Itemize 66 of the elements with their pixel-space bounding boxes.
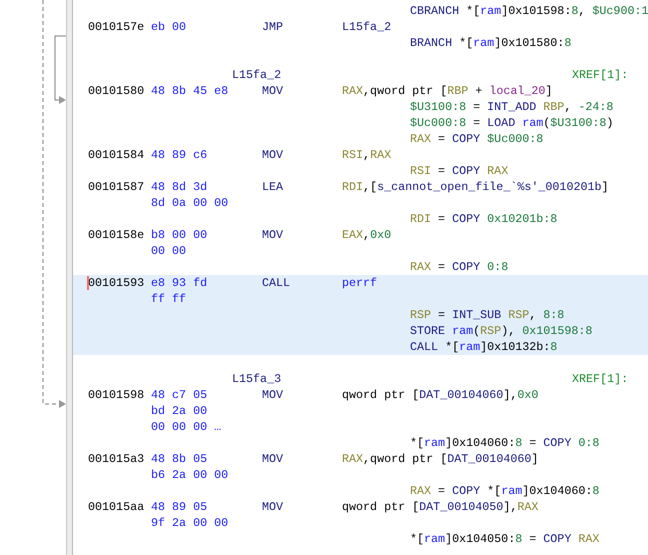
selected-row[interactable]: 00101593 e8 93 fd CALL perrf [72,275,648,291]
operands-text: RAX,qword ptr [DAT_00104060] [342,451,538,467]
bytes-text: eb 00 [151,19,188,35]
bytes-text: 48 8b 45 e8 [151,83,230,99]
mnemonic-text: MOV [262,387,284,403]
selected-row[interactable]: RSP = INT_SUB RSP, 8:8 [72,307,648,323]
address-text: 00101598 [88,387,146,403]
pcode-text: RDI = COPY 0x10201b:8 [410,211,558,227]
address-text: 00101580 [88,83,146,99]
bytes-text: 8d 0a 00 00 [151,195,230,211]
operands-text: perrf [342,275,378,291]
operands-text: RSI,RAX [342,147,392,163]
mnemonic-text: MOV [262,499,284,515]
pcode-text: BRANCH *[ram]0x101580:8 [410,35,572,51]
address-text: 0010158e [88,227,146,243]
operands-text: qword ptr [DAT_00104050],RAX [342,499,538,515]
pcode-text: RAX = COPY $Uc000:8 [410,131,544,147]
xref-text: XREF[1]: [572,371,628,387]
bytes-text: 48 8d 3d [151,179,208,195]
bytes-text: 00 00 [151,243,188,259]
pcode-text: RAX = COPY 0:8 [410,259,508,275]
pcode-text: *[ram]0x104060:8 = COPY 0:8 [410,435,600,451]
bytes-text: 9f 2a 00 00 [151,515,230,531]
bytes-text: bd 2a 00 [151,403,208,419]
address-text: 0010157e [88,19,146,35]
mnemonic-text: LEA [262,179,284,195]
selected-row[interactable]: STORE ram(RSP), 0x101598:8 [72,323,648,339]
address-text: 00101593 [88,275,146,291]
pcode-text: STORE ram(RSP), 0x101598:8 [410,323,592,339]
pcode-text: *[ram]0x104050:8 = COPY RAX [410,531,600,547]
pcode-text: CBRANCH *[ram]0x101598:8, $Uc900:1 [410,3,648,19]
mnemonic-text: MOV [262,83,284,99]
bytes-text: b8 00 00 [151,227,208,243]
pcode-text: RAX = COPY *[ram]0x104060:8 [410,483,600,499]
xref-text: XREF[1]: [572,67,628,83]
bytes-text: b6 2a 00 00 [151,467,230,483]
address-text: 00101587 [88,179,146,195]
operands-text: qword ptr [DAT_00104060],0x0 [342,387,538,403]
bytes-text: 00 00 00 … [151,419,222,435]
bytes-text: e8 93 fd [151,275,208,291]
label-text: L15fa_3 [232,371,282,387]
selected-row[interactable]: CALL *[ram]0x10132b:8 [72,339,648,355]
mnemonic-text: MOV [262,227,284,243]
address-text: 001015aa [88,499,146,515]
bytes-text: 48 89 c6 [151,147,208,163]
operands-text: RAX,qword ptr [RBP + local_20] [342,83,552,99]
bytes-text: 48 c7 05 [151,387,208,403]
selected-row[interactable]: ff ff [72,291,648,307]
operands-text: EAX,0x0 [342,227,392,243]
label-text: L15fa_2 [232,67,282,83]
bytes-text: 48 8b 05 [151,451,208,467]
address-text: 00101584 [88,147,146,163]
pcode-text: $Uc000:8 = LOAD ram($U3100:8) [410,115,614,131]
address-text: 001015a3 [88,451,146,467]
mnemonic-text: CALL [262,275,292,291]
operands-text: L15fa_2 [342,19,392,35]
mnemonic-text: MOV [262,147,284,163]
mnemonic-text: JMP [262,19,284,35]
pcode-text: $U3100:8 = INT_ADD RBP, -24:8 [410,99,614,115]
pcode-text: RSI = COPY RAX [410,163,508,179]
operands-text: RDI,[s_cannot_open_file_`%s'_0010201b] [342,179,609,195]
bytes-text: 48 89 05 [151,499,208,515]
pcode-text: CALL *[ram]0x10132b:8 [410,339,558,355]
mnemonic-text: MOV [262,451,284,467]
bytes-text: ff ff [151,291,188,307]
pcode-text: RSP = INT_SUB RSP, 8:8 [410,307,564,323]
